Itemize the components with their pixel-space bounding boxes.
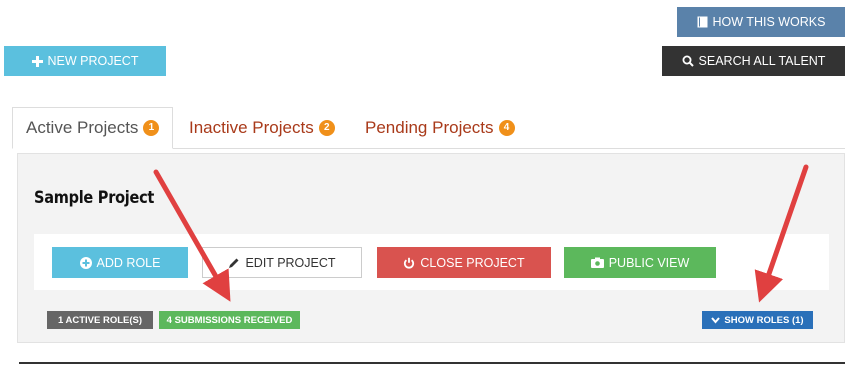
tab-active-projects-label: Active Projects (26, 118, 139, 137)
annotation-arrows (153, 164, 809, 303)
tab-active-projects-badge: 1 (143, 120, 160, 136)
annotation-arrow-show-roles (754, 164, 809, 303)
annotation-arrow-submissions (153, 169, 231, 302)
tab-active-projects[interactable]: Active Projects 1 (12, 107, 174, 149)
